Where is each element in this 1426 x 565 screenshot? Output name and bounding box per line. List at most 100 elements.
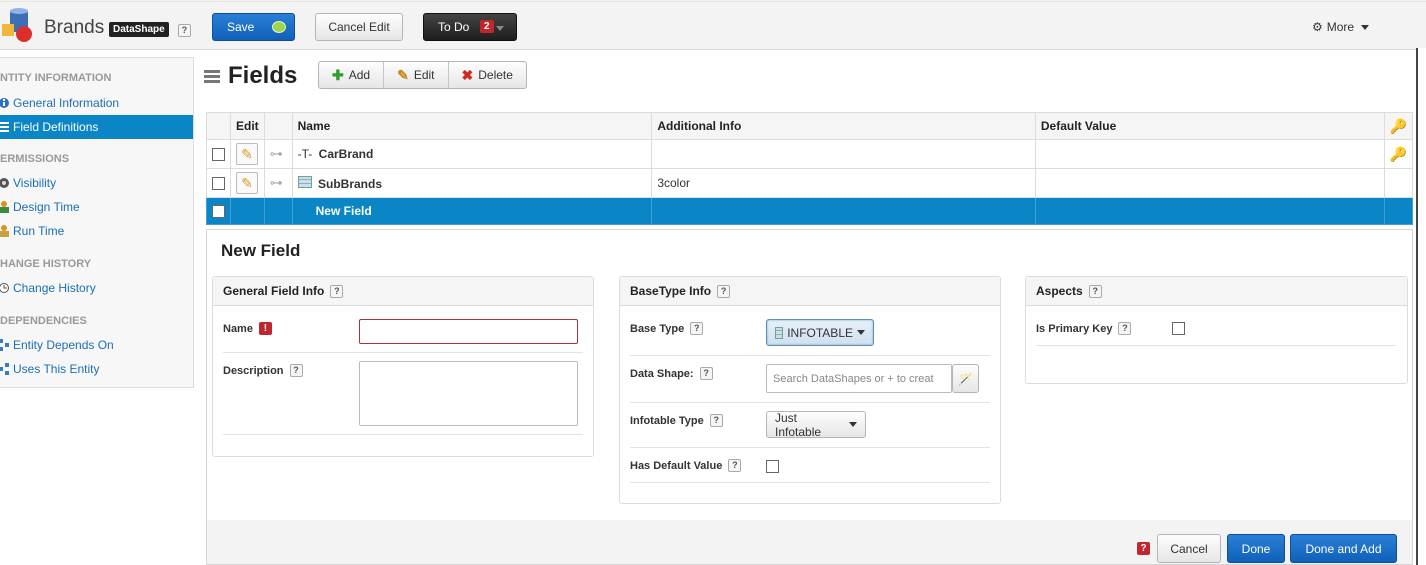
- card-header: Aspects ?: [1026, 277, 1407, 306]
- top-bar: Brands DataShape ? Save Cancel Edit To D…: [0, 0, 1426, 50]
- drag-handle-icon[interactable]: ⊶: [270, 175, 283, 190]
- sidebar-item-change-history[interactable]: Change History: [0, 276, 193, 300]
- sidebar-item-label: Uses This Entity: [13, 362, 100, 376]
- delete-icon: ✖: [461, 66, 474, 83]
- cancel-button[interactable]: Cancel: [1157, 534, 1221, 563]
- column-header-default-value[interactable]: Default Value: [1034, 112, 1385, 140]
- entity-name: Brands: [44, 17, 105, 38]
- pencil-icon[interactable]: ✎: [236, 172, 258, 194]
- name-label: Name: [223, 322, 253, 335]
- field-default-value: [1034, 197, 1385, 225]
- menu-icon[interactable]: [204, 69, 220, 83]
- hierarchy-icon: [0, 339, 10, 351]
- sidebar-item-uses-this-entity[interactable]: Uses This Entity: [0, 357, 193, 381]
- chevron-down-icon: [496, 26, 504, 31]
- chevron-down-icon: [1361, 24, 1370, 30]
- name-input[interactable]: [359, 319, 578, 344]
- done-button[interactable]: Done: [1227, 534, 1285, 563]
- row-checkbox[interactable]: [212, 177, 225, 191]
- sidebar-item-visibility[interactable]: Visibility: [0, 171, 193, 195]
- help-icon[interactable]: ?: [728, 459, 742, 472]
- data-shape-label: Data Shape:: [630, 367, 694, 380]
- save-label: Save: [227, 20, 255, 34]
- drag-column-header: [263, 112, 293, 140]
- column-header-additional-info[interactable]: Additional Info: [651, 112, 1036, 140]
- row-checkbox[interactable]: [212, 148, 225, 162]
- comment-bubble-icon: [272, 21, 286, 33]
- table-row[interactable]: ✎ ⊶ -T- CarBrand 🔑: [206, 139, 1414, 169]
- row-checkbox[interactable]: [212, 205, 225, 219]
- divider: [630, 402, 990, 403]
- add-field-button[interactable]: ✚ Add: [319, 62, 385, 88]
- infotable-type-value: Just Infotable: [775, 410, 822, 439]
- help-icon[interactable]: ?: [289, 364, 303, 377]
- sidebar-item-field-definitions[interactable]: Field Definitions: [0, 115, 193, 139]
- help-icon[interactable]: ?: [1088, 284, 1102, 298]
- field-default-value: [1034, 139, 1385, 169]
- general-field-info-card: General Field Info ? Name ! Description …: [212, 276, 594, 457]
- help-icon[interactable]: ?: [178, 24, 191, 37]
- help-icon[interactable]: ?: [330, 284, 344, 298]
- primary-key-checkbox[interactable]: [1172, 322, 1185, 335]
- select-all-header: [206, 112, 231, 140]
- help-icon[interactable]: ?: [699, 367, 713, 380]
- sidebar-item-general-information[interactable]: General Information: [0, 91, 193, 115]
- field-name: New Field: [291, 197, 653, 225]
- sidebar-item-label: Entity Depends On: [13, 338, 114, 352]
- plus-icon: ✚: [332, 66, 344, 83]
- table-header-row: Edit Name Additional Info Default Value …: [206, 112, 1414, 140]
- table-row[interactable]: ✎ ⊶ SubBrands 3color: [206, 168, 1414, 198]
- field-default-value: [1034, 168, 1385, 198]
- sidebar-item-label: Design Time: [13, 200, 80, 214]
- column-header-name[interactable]: Name: [291, 112, 653, 140]
- infotable-type-dropdown[interactable]: Just Infotable: [766, 410, 866, 439]
- more-label: More: [1326, 20, 1355, 34]
- users-icon: [0, 201, 10, 213]
- magic-wand-icon: 🪄: [958, 371, 973, 386]
- help-icon[interactable]: ?: [1118, 322, 1132, 335]
- name-field-label: Name !: [223, 322, 272, 335]
- sidebar-item-design-time[interactable]: Design Time: [0, 195, 193, 219]
- more-menu[interactable]: ⚙ More: [1312, 20, 1370, 34]
- delete-field-button[interactable]: ✖ Delete: [449, 62, 526, 88]
- pencil-icon[interactable]: ✎: [236, 143, 258, 165]
- field-additional-info: [651, 139, 1036, 169]
- fields-header: Fields: [204, 62, 297, 90]
- help-icon[interactable]: ?: [717, 284, 731, 298]
- cancel-edit-button[interactable]: Cancel Edit: [315, 13, 403, 41]
- card-header: General Field Info ?: [213, 277, 593, 306]
- sidebar-item-label: General Information: [13, 96, 120, 110]
- divider: [223, 352, 583, 353]
- help-icon[interactable]: ?: [690, 322, 704, 335]
- sidebar-item-run-time[interactable]: Run Time: [0, 219, 193, 243]
- has-default-value-checkbox[interactable]: [766, 460, 779, 473]
- base-type-value: INFOTABLE: [787, 325, 853, 340]
- edit-field-button[interactable]: ✎ Edit: [384, 62, 449, 88]
- page-title: Fields: [228, 62, 298, 89]
- todo-button[interactable]: To Do 2: [423, 13, 517, 41]
- done-and-add-button[interactable]: Done and Add: [1290, 534, 1397, 563]
- sidebar-section-permissions: ERMISSIONS: [0, 153, 70, 165]
- list-icon: [0, 121, 10, 133]
- field-name: CarBrand: [318, 147, 374, 161]
- add-label: Add: [348, 68, 371, 82]
- base-type-dropdown[interactable]: INFOTABLE: [766, 319, 874, 346]
- data-shape-search-input[interactable]: Search DataShapes or + to creat: [766, 364, 952, 393]
- edit-label: Edit: [413, 68, 435, 82]
- help-icon[interactable]: ?: [709, 414, 723, 427]
- description-textarea[interactable]: [359, 361, 578, 426]
- field-additional-info: [651, 197, 1036, 225]
- card-title: BaseType Info: [630, 284, 712, 298]
- table-row-selected[interactable]: New Field: [206, 197, 1414, 225]
- wizard-wand-button[interactable]: 🪄: [952, 364, 979, 393]
- clock-icon: [0, 282, 10, 294]
- infotable-type-label: Infotable Type: [630, 414, 704, 427]
- sidebar-item-label: Visibility: [13, 176, 57, 190]
- todo-label: To Do: [438, 20, 470, 34]
- field-additional-info: 3color: [651, 168, 1036, 198]
- sidebar-item-entity-depends-on[interactable]: Entity Depends On: [0, 333, 193, 357]
- drag-handle-icon[interactable]: ⊶: [270, 146, 283, 161]
- data-shape-field-label: Data Shape: ?: [630, 367, 713, 380]
- save-button[interactable]: Save: [212, 13, 295, 41]
- required-icon: ?: [1137, 542, 1150, 555]
